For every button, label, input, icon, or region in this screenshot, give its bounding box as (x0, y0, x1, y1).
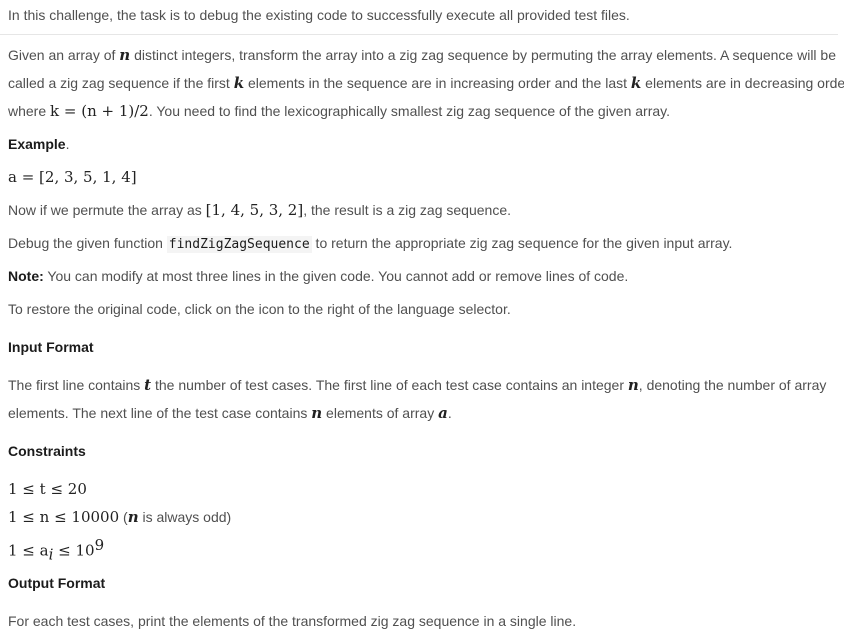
description-line-3: where k = (n + 1)/2. You need to find th… (8, 102, 671, 120)
math-var-a: a (438, 404, 448, 422)
function-name-code: findZigZagSequence (166, 236, 312, 253)
math-permuted-array: [1, 4, 5, 3, 2] (205, 201, 304, 219)
description-line-2: called a zig zag sequence if the first k… (8, 74, 844, 92)
input-format-line-2: elements. The next line of the test case… (8, 404, 452, 422)
example-permutation: Now if we permute the array as [1, 4, 5,… (8, 201, 512, 219)
math-var-n: n (127, 508, 139, 526)
math-var-k: k (630, 74, 642, 92)
input-format-line-1: The first line contains t the number of … (8, 376, 827, 394)
constraints-heading: Constraints (8, 443, 86, 459)
divider (0, 34, 838, 35)
intro-text: In this challenge, the task is to debug … (8, 7, 630, 23)
example-array: a = [2, 3, 5, 1, 4] (8, 167, 137, 187)
constraint-n: 1 ≤ n ≤ 10000 (n is always odd) (8, 508, 232, 526)
output-format-heading: Output Format (8, 575, 106, 591)
math-var-n: n (311, 404, 323, 422)
math-var-k: k (233, 74, 245, 92)
note: Note: You can modify at most three lines… (8, 268, 629, 284)
constraint-a: 1 ≤ ai ≤ 109 (8, 536, 105, 564)
math-formula-k: k = (n + 1)/2 (50, 102, 149, 120)
constraint-t: 1 ≤ t ≤ 20 (8, 480, 87, 498)
problem-statement: In this challenge, the task is to debug … (0, 0, 844, 636)
note-label: Note: (8, 268, 44, 284)
math-var-n: n (119, 46, 131, 64)
math-var-n: n (627, 376, 639, 394)
math-array-a: a = [2, 3, 5, 1, 4] (8, 168, 137, 186)
restore-instruction: To restore the original code, click on t… (8, 301, 511, 317)
output-format-text: For each test cases, print the elements … (8, 613, 577, 629)
description-line-1: Given an array of n distinct integers, t… (8, 46, 837, 64)
example-heading: Example. (8, 136, 70, 152)
input-format-heading: Input Format (8, 339, 94, 355)
debug-instruction: Debug the given function findZigZagSeque… (8, 235, 733, 253)
